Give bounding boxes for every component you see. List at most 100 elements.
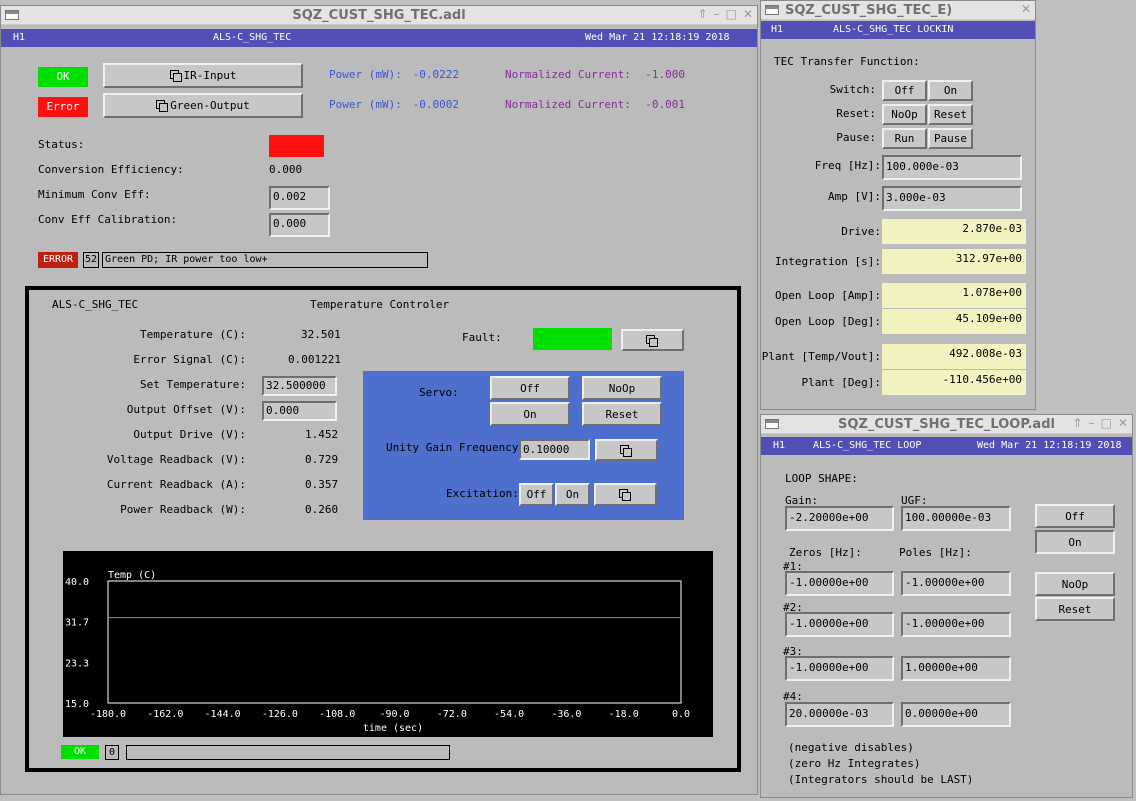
error-message: Green PD; IR power too low+	[102, 252, 428, 268]
chart-x-ticks: -180.0 -162.0 -144.0 -126.0 -108.0 -90.0 -72.0…	[90, 709, 690, 720]
window-menu-icon[interactable]	[765, 419, 779, 429]
ok-indicator: OK	[38, 67, 88, 87]
chart-title: Temp (C)	[108, 570, 156, 581]
freq-label: Freq [Hz]:	[814, 159, 881, 172]
servo-off-button[interactable]: Off	[490, 376, 570, 400]
reset-noop-button[interactable]: NoOp	[882, 104, 927, 125]
freq-input[interactable]: 100.000e-03	[882, 155, 1022, 180]
set-temperature-label: Set Temperature:	[140, 378, 246, 391]
loop-reset-button[interactable]: Reset	[1035, 597, 1115, 621]
loop-window: SQZ_CUST_SHG_TEC_LOOP.adl ⇑ – □ ✕ H1 ALS…	[760, 414, 1133, 798]
x-tick-label: -72.0	[437, 709, 467, 720]
open-loop-deg-label: Open Loop [Deg]:	[775, 315, 881, 328]
calib-input[interactable]: 0.000	[269, 213, 330, 237]
pole4-input[interactable]: 0.00000e+00	[901, 702, 1011, 727]
pole3-input[interactable]: 1.00000e+00	[901, 656, 1011, 681]
pause-pause-button[interactable]: Pause	[928, 128, 973, 149]
zero4-input[interactable]: 20.00000e-03	[785, 702, 894, 727]
window-menu-icon[interactable]	[5, 10, 19, 20]
current-readback-value: 0.357	[305, 478, 339, 491]
ir-power-label: Power (mW):	[329, 68, 402, 81]
loop-titlebar[interactable]: SQZ_CUST_SHG_TEC_LOOP.adl ⇑ – □ ✕	[761, 415, 1132, 434]
main-titlebar[interactable]: SQZ_CUST_SHG_TEC.adl ⇑ – □ ✕	[1, 6, 757, 25]
excitation-label: Excitation:	[446, 487, 519, 500]
power-readback-label: Power Readback (W):	[120, 503, 246, 516]
integration-readback: 312.97e+00	[882, 249, 1026, 274]
excitation-off-button[interactable]: Off	[519, 483, 554, 506]
close-icon[interactable]: ✕	[1021, 2, 1031, 16]
loop-off-button[interactable]: Off	[1035, 504, 1115, 528]
error-code: 52	[83, 252, 99, 268]
close-icon[interactable]: ✕	[1118, 416, 1128, 430]
min-conv-input[interactable]: 0.002	[269, 186, 330, 210]
loop-datetime-label: Wed Mar 21 12:18:19 2018	[977, 440, 1122, 451]
window-controls: ✕	[1021, 2, 1031, 16]
voltage-readback-label: Voltage Readback (V):	[106, 453, 246, 466]
servo-on-button[interactable]: On	[490, 402, 570, 426]
x-tick-label: 0.0	[672, 709, 690, 720]
fault-related-button[interactable]	[621, 329, 684, 351]
ifo-label: H1	[13, 32, 26, 43]
error-indicator: Error	[38, 97, 88, 117]
shade-icon[interactable]: ⇑	[698, 7, 708, 21]
green-output-button[interactable]: Green-Output	[103, 93, 303, 118]
loop-window-title: SQZ_CUST_SHG_TEC_LOOP.adl	[838, 416, 1055, 432]
close-icon[interactable]: ✕	[743, 7, 753, 21]
y-tick-label: 31.7	[65, 618, 89, 629]
temperature-value: 32.501	[301, 328, 341, 341]
lockin-heading: TEC Transfer Function:	[774, 55, 920, 68]
green-norm-label: Normalized Current:	[505, 98, 631, 111]
gain-input[interactable]: -2.20000e+00	[785, 506, 894, 531]
lockin-titlebar[interactable]: SQZ_CUST_SHG_TEC_E) ✕	[761, 1, 1035, 20]
loop-header-bar: H1 ALS-C_SHG_TEC LOOP Wed Mar 21 12:18:1…	[761, 437, 1132, 455]
switch-on-button[interactable]: On	[928, 80, 973, 101]
error-signal-value: 0.001221	[288, 353, 341, 366]
excitation-on-button[interactable]: On	[555, 483, 590, 506]
ir-norm-value: -1.000	[645, 68, 685, 81]
x-tick-label: -144.0	[205, 709, 241, 720]
ir-input-button[interactable]: IR-Input	[103, 63, 303, 88]
x-tick-label: -180.0	[90, 709, 126, 720]
lockin-window: SQZ_CUST_SHG_TEC_E) ✕ H1 ALS-C_SHG_TEC L…	[760, 0, 1036, 410]
servo-noop-button[interactable]: NoOp	[582, 376, 662, 400]
loop-noop-button[interactable]: NoOp	[1035, 572, 1115, 596]
minimize-icon[interactable]: –	[714, 7, 720, 21]
servo-reset-button[interactable]: Reset	[582, 402, 662, 426]
pause-run-button[interactable]: Run	[882, 128, 927, 149]
ugf-loop-input[interactable]: 100.00000e-03	[901, 506, 1011, 531]
note-zero-hz: (zero Hz Integrates)	[788, 757, 921, 770]
set-temperature-input[interactable]: 32.500000	[262, 376, 337, 396]
x-tick-label: -36.0	[551, 709, 581, 720]
ugf-related-button[interactable]	[595, 439, 658, 461]
window-menu-icon[interactable]	[765, 5, 779, 15]
plant-temp-label: Plant [Temp/Vout]:	[761, 350, 881, 363]
maximize-icon[interactable]: □	[726, 7, 737, 21]
output-offset-input[interactable]: 0.000	[262, 401, 337, 421]
ugf-input[interactable]: 0.10000	[519, 439, 590, 460]
min-conv-label: Minimum Conv Eff:	[38, 188, 151, 201]
loop-on-button[interactable]: On	[1035, 530, 1115, 554]
power-readback-value: 0.260	[305, 503, 339, 516]
pole2-input[interactable]: -1.00000e+00	[901, 612, 1011, 637]
zero3-input[interactable]: -1.00000e+00	[785, 656, 894, 681]
servo-label: Servo:	[419, 386, 459, 399]
poles-label: Poles [Hz]:	[899, 546, 972, 559]
maximize-icon[interactable]: □	[1101, 416, 1112, 430]
switch-off-button[interactable]: Off	[882, 80, 927, 101]
shade-icon[interactable]: ⇑	[1073, 416, 1083, 430]
pole1-input[interactable]: -1.00000e+00	[901, 571, 1011, 596]
x-tick-label: -90.0	[379, 709, 409, 720]
amp-input[interactable]: 3.000e-03	[882, 186, 1022, 211]
minimize-icon[interactable]: –	[1089, 416, 1095, 430]
output-drive-value: 1.452	[305, 428, 339, 441]
excitation-related-button[interactable]	[594, 483, 657, 506]
loop-name-label: ALS-C_SHG_TEC LOOP	[813, 440, 922, 451]
zero2-input[interactable]: -1.00000e+00	[785, 612, 894, 637]
reset-reset-button[interactable]: Reset	[928, 104, 973, 125]
plant-temp-readback: 492.008e-03	[882, 344, 1026, 369]
footer-ok-indicator: OK	[61, 745, 99, 759]
chart-xlabel: time (sec)	[363, 723, 423, 734]
zero1-input[interactable]: -1.00000e+00	[785, 571, 894, 596]
temp-panel-system: ALS-C_SHG_TEC	[52, 298, 139, 311]
main-window-title: SQZ_CUST_SHG_TEC.adl	[292, 7, 466, 23]
